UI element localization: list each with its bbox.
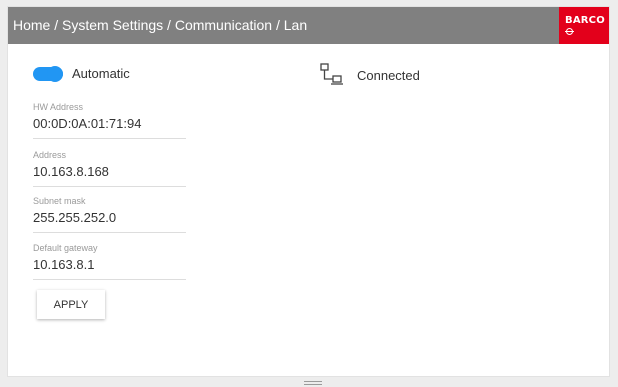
hw-address-label: HW Address — [33, 102, 84, 112]
network-icon — [320, 63, 343, 85]
header-bar: Home / System Settings / Communication /… — [8, 7, 609, 44]
subnet-mask-label: Subnet mask — [33, 196, 86, 206]
address-field[interactable]: Address 10.163.8.168 — [33, 150, 186, 187]
hw-address-field: HW Address 00:0D:0A:01:71:94 — [33, 102, 186, 139]
subnet-mask-field[interactable]: Subnet mask 255.255.252.0 — [33, 196, 186, 233]
default-gateway-value[interactable]: 10.163.8.1 — [33, 257, 94, 272]
hw-address-value: 00:0D:0A:01:71:94 — [33, 116, 142, 131]
automatic-toggle[interactable] — [33, 66, 63, 82]
breadcrumb: Home / System Settings / Communication /… — [13, 17, 308, 33]
drag-handle[interactable] — [304, 381, 322, 385]
default-gateway-field[interactable]: Default gateway 10.163.8.1 — [33, 243, 186, 280]
address-value[interactable]: 10.163.8.168 — [33, 164, 109, 179]
apply-button[interactable]: APPLY — [37, 290, 105, 319]
status-label: Connected — [357, 68, 420, 83]
toggle-knob[interactable] — [47, 66, 63, 82]
logo-mark-icon — [565, 28, 574, 35]
lan-settings-window: Home / System Settings / Communication /… — [7, 6, 610, 377]
subnet-mask-value[interactable]: 255.255.252.0 — [33, 210, 116, 225]
default-gateway-label: Default gateway — [33, 243, 98, 253]
address-label: Address — [33, 150, 67, 160]
barco-logo: BARCO — [559, 7, 609, 44]
automatic-label: Automatic — [72, 66, 130, 81]
